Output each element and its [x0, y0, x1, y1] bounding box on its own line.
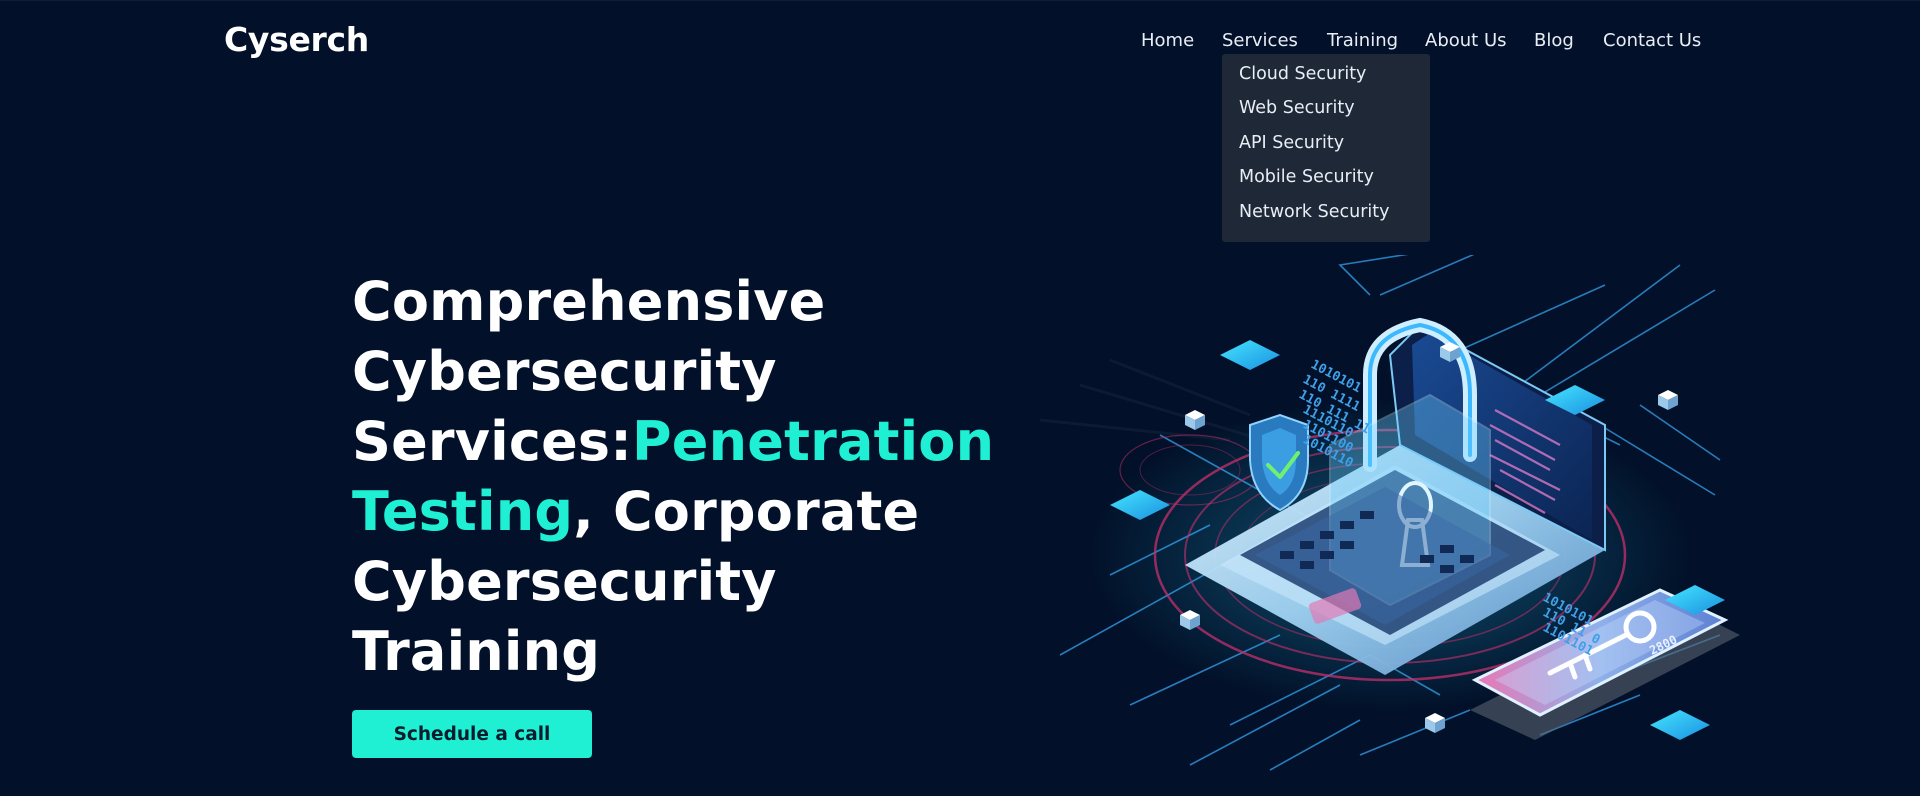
dropdown-item-cloud-security[interactable]: Cloud Security	[1239, 64, 1366, 84]
hero-title-services: Services:	[352, 410, 633, 473]
hero-title-line-4: Testing, Corporate	[352, 477, 992, 547]
schedule-call-button[interactable]: Schedule a call	[352, 710, 592, 758]
top-border	[0, 0, 1920, 1]
nav-services[interactable]: Services	[1222, 30, 1298, 51]
nav-about-us[interactable]: About Us	[1425, 30, 1507, 51]
cybersecurity-illustration: 1010101 110 1111 110 111 11 1110110 1101…	[1040, 255, 1740, 771]
hero-title-line-5: Cybersecurity	[352, 550, 777, 613]
nav-contact-us[interactable]: Contact Us	[1603, 30, 1701, 51]
hero-title-corporate: , Corporate	[573, 480, 920, 543]
hero-title: Comprehensive Cybersecurity Services:Pen…	[352, 267, 995, 687]
dropdown-item-api-security[interactable]: API Security	[1239, 133, 1344, 153]
nav-blog[interactable]: Blog	[1534, 30, 1574, 51]
hero-title-testing: Testing	[352, 480, 574, 543]
services-dropdown-menu: Cloud Security Web Security API Security…	[1222, 54, 1430, 242]
hero-title-penetration: Penetration	[632, 410, 995, 473]
hero-title-line-1: Comprehensive	[352, 270, 826, 333]
hero-title-line-2: Cybersecurity	[352, 340, 777, 403]
nav-home[interactable]: Home	[1141, 30, 1194, 51]
dropdown-item-network-security[interactable]: Network Security	[1239, 202, 1390, 222]
hero-title-line-6: Training	[352, 620, 601, 683]
nav-training[interactable]: Training	[1327, 30, 1398, 51]
brand-logo[interactable]: Cyserch	[224, 20, 369, 59]
dropdown-item-mobile-security[interactable]: Mobile Security	[1239, 167, 1374, 187]
dropdown-item-web-security[interactable]: Web Security	[1239, 98, 1355, 118]
hero-title-line-3: Services:Penetration	[352, 407, 995, 477]
